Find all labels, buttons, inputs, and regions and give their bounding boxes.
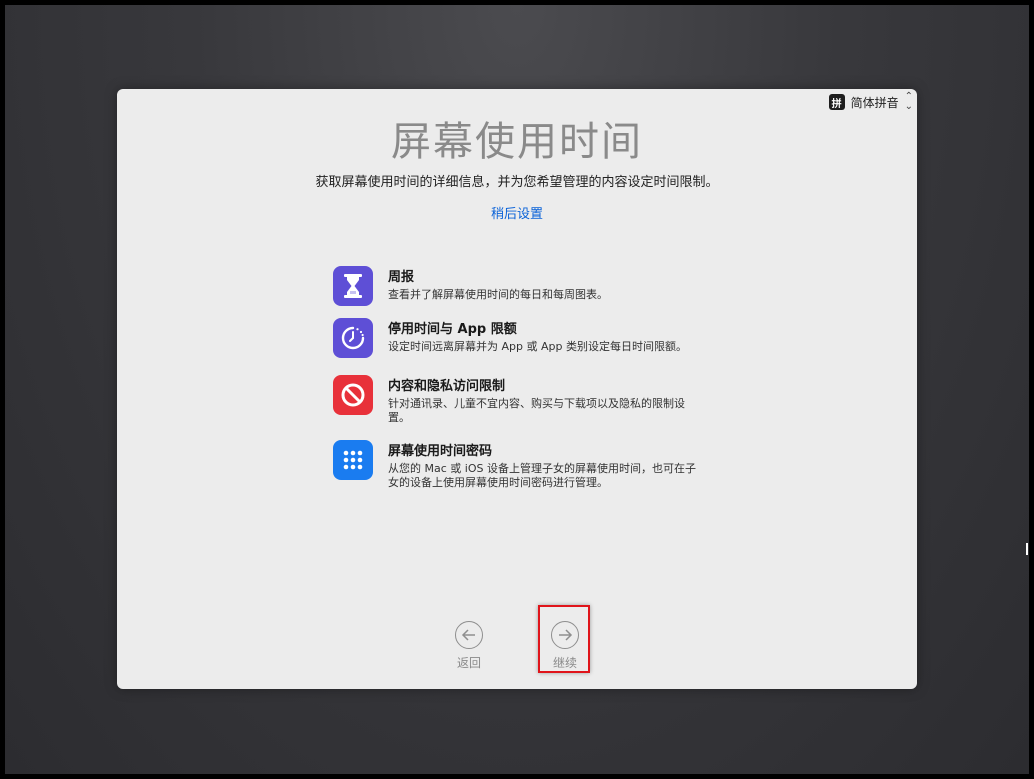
feature-title: 内容和隐私访问限制 (388, 379, 506, 394)
input-method-label: 简体拼音 (850, 95, 899, 110)
feature-description: 针对通讯录、儿童不宜内容、购买与下载项以及隐私的限制设置。 (388, 397, 685, 424)
arrow-left-icon (455, 621, 483, 649)
set-up-later-link[interactable]: 稍后设置 (117, 203, 917, 222)
feature-downtime-app-limits: 停用时间与 App 限额 设定时间远离屏幕并为 App 或 App 类别设定每日… (333, 318, 703, 358)
downtime-icon (333, 318, 373, 358)
feature-description: 从您的 Mac 或 iOS 设备上管理子女的屏幕使用时间，也可在子女的设备上使用… (388, 462, 696, 489)
feature-description: 设定时间远离屏幕并为 App 或 App 类别设定每日时间限额。 (388, 340, 687, 353)
feature-content-privacy: 内容和隐私访问限制 针对通讯录、儿童不宜内容、购买与下载项以及隐私的限制设置。 (333, 375, 703, 425)
back-button[interactable]: 返回 (449, 621, 489, 671)
arrow-right-icon (551, 621, 579, 649)
back-label: 返回 (456, 656, 481, 670)
feature-description: 查看并了解屏幕使用时间的每日和每周图表。 (388, 288, 608, 301)
feature-weekly-report: 周报 查看并了解屏幕使用时间的每日和每周图表。 (333, 266, 703, 306)
no-entry-icon (333, 375, 373, 415)
page-title: 屏幕使用时间 (391, 119, 643, 165)
passcode-grid-icon (333, 440, 373, 480)
pinyin-input-icon: 拼 (828, 94, 845, 110)
feature-title: 屏幕使用时间密码 (388, 444, 493, 459)
text-cursor-icon (1026, 543, 1028, 555)
continue-button[interactable]: 继续 (545, 621, 585, 671)
hourglass-icon (333, 266, 373, 306)
setup-assistant-window: 拼 简体拼音 ⌃ ⌄ 屏幕使用时间 获取屏幕使用时间的详细信息，并为您希望管理的内… (117, 89, 917, 689)
page-subtitle: 获取屏幕使用时间的详细信息，并为您希望管理的内容设定时间限制。 (315, 175, 719, 190)
feature-screen-time-passcode: 屏幕使用时间密码 从您的 Mac 或 iOS 设备上管理子女的屏幕使用时间，也可… (333, 440, 703, 490)
continue-label: 继续 (552, 656, 577, 670)
feature-title: 停用时间与 App 限额 (388, 322, 517, 337)
feature-title: 周报 (388, 270, 415, 285)
